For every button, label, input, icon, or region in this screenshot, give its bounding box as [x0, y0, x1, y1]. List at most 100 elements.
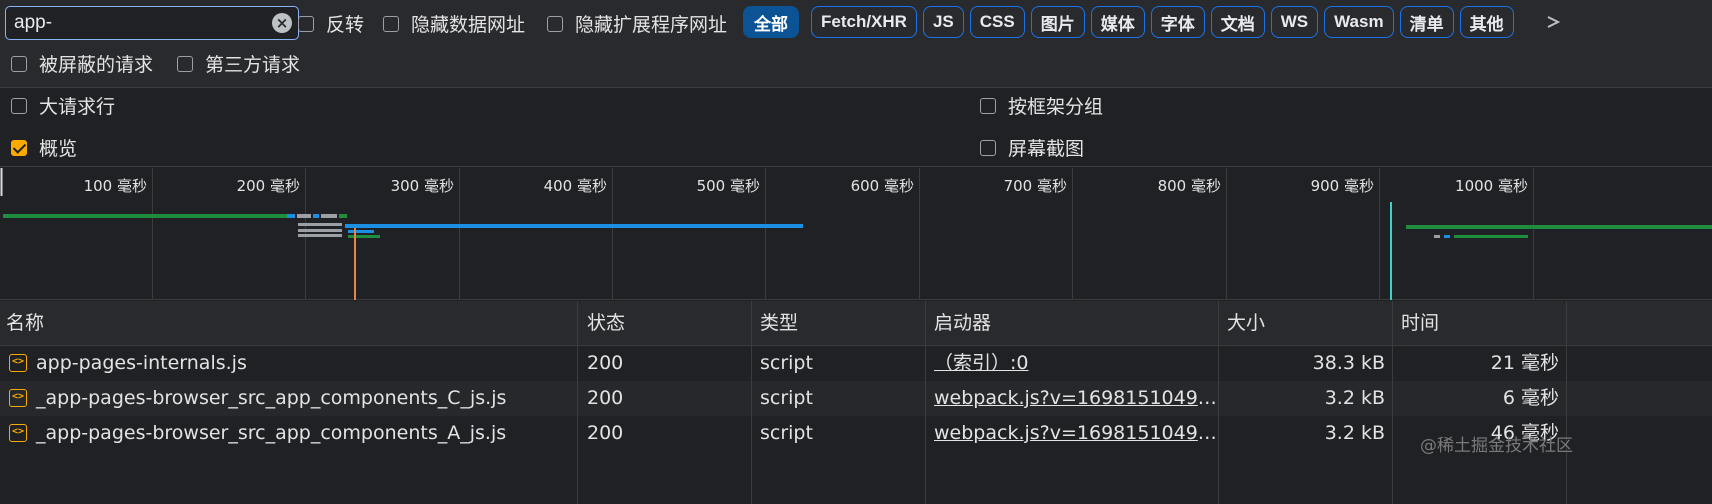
filter-ws-button[interactable]: WS — [1270, 6, 1319, 38]
big-request-rows-label: 大请求行 — [39, 96, 116, 118]
table-row[interactable]: <> app-pages-internals.js 200 script （索引… — [0, 346, 1712, 381]
column-header-status[interactable]: 状态 — [578, 301, 752, 346]
invert-checkbox[interactable]: 反转 — [298, 10, 364, 37]
request-initiator-link[interactable]: webpack.js?v=16981510492… — [926, 381, 1219, 416]
overview-bar — [297, 214, 311, 218]
filter-img-button[interactable]: 图片 — [1030, 6, 1085, 38]
checkbox-box[interactable] — [547, 15, 563, 32]
empty-cell — [926, 451, 1219, 504]
request-status: 200 — [578, 416, 752, 451]
filter-other-button[interactable]: 其他 — [1459, 6, 1514, 38]
hide-data-urls-label: 隐藏数据网址 — [411, 14, 526, 36]
blocked-requests-label: 被屏蔽的请求 — [39, 54, 154, 76]
group-by-frame-checkbox[interactable]: 按框架分组 — [980, 92, 1103, 119]
hide-extension-urls-checkbox[interactable]: 隐藏扩展程序网址 — [547, 10, 727, 37]
checkbox-box[interactable] — [11, 97, 27, 114]
table-empty-area — [0, 451, 1712, 504]
column-header-type[interactable]: 类型 — [752, 301, 926, 346]
empty-cell — [1219, 451, 1393, 504]
request-name[interactable]: app-pages-internals.js — [0, 346, 578, 381]
screenshots-checkbox[interactable]: 屏幕截图 — [980, 134, 1084, 161]
more-filters-chevron-icon[interactable] — [1546, 14, 1560, 30]
screenshots-label: 屏幕截图 — [1008, 138, 1085, 160]
request-type: script — [752, 346, 926, 381]
request-initiator-link[interactable]: webpack.js?v=16981510492… — [926, 416, 1219, 451]
big-request-rows-checkbox[interactable]: 大请求行 — [11, 92, 115, 119]
overview-bar — [1454, 235, 1528, 238]
filter-input[interactable]: app- × — [5, 6, 299, 40]
request-time: 21 毫秒 — [1393, 346, 1567, 381]
checkbox-box[interactable] — [11, 55, 27, 72]
overview-bar — [339, 214, 347, 218]
column-header-time[interactable]: 时间 — [1393, 301, 1567, 346]
empty-cell — [578, 451, 752, 504]
overview-bar — [298, 234, 342, 237]
filter-doc-button[interactable]: 文档 — [1210, 6, 1265, 38]
column-header-size[interactable]: 大小 — [1219, 301, 1393, 346]
filter-manifest-button[interactable]: 清单 — [1399, 6, 1454, 38]
tick-label: 200 毫秒 — [237, 177, 300, 195]
filter-js-button[interactable]: JS — [922, 6, 964, 38]
tick-label: 300 毫秒 — [391, 177, 454, 195]
checkbox-box[interactable] — [298, 15, 314, 32]
filter-css-button[interactable]: CSS — [969, 6, 1025, 38]
tick-label: 600 毫秒 — [851, 177, 914, 195]
overview-checkbox[interactable]: 概览 — [11, 134, 77, 161]
checkbox-box[interactable] — [177, 55, 193, 72]
clear-icon[interactable]: × — [272, 13, 292, 33]
blocked-requests-checkbox[interactable]: 被屏蔽的请求 — [11, 50, 153, 77]
request-initiator-link[interactable]: （索引）:0 — [926, 346, 1219, 381]
request-status: 200 — [578, 346, 752, 381]
request-type: script — [752, 416, 926, 451]
tick-label: 700 毫秒 — [1004, 177, 1067, 195]
checkbox-box[interactable] — [980, 97, 996, 114]
filter-input-value[interactable]: app- — [6, 12, 272, 34]
checkbox-checked-box[interactable] — [11, 139, 27, 156]
third-party-label: 第三方请求 — [205, 54, 301, 76]
tick-label: 900 毫秒 — [1311, 177, 1374, 195]
network-settings: 大请求行 按框架分组 概览 屏幕截图 — [0, 89, 1712, 167]
request-size: 3.2 kB — [1219, 381, 1393, 416]
overview-bar — [298, 223, 342, 226]
request-name[interactable]: _app-pages-browser_src_app_components_A_… — [0, 416, 578, 451]
table-header: 名称 状态 类型 启动器 大小 时间 — [0, 301, 1712, 346]
watermark: @稀土掘金技术社区 — [1420, 436, 1573, 456]
overview-bar — [1434, 235, 1440, 238]
filter-bar: app- × 反转 隐藏数据网址 隐藏扩展程序网址 全部 Fetch/XHR J… — [0, 0, 1712, 88]
group-by-frame-label: 按框架分组 — [1008, 96, 1104, 118]
tick-label: 1000 毫秒 — [1455, 177, 1528, 195]
column-header-initiator[interactable]: 启动器 — [926, 301, 1219, 346]
column-header-name[interactable]: 名称 — [0, 301, 578, 346]
hide-extension-urls-label: 隐藏扩展程序网址 — [575, 14, 728, 36]
resource-type-filters: Fetch/XHR JS CSS 图片 媒体 字体 文档 WS Wasm 清单 … — [811, 6, 1514, 38]
request-time: 6 毫秒 — [1393, 381, 1567, 416]
request-status: 200 — [578, 381, 752, 416]
overview-bar — [287, 214, 295, 218]
tick-label: 500 毫秒 — [697, 177, 760, 195]
overview-bar — [1406, 225, 1712, 229]
overview-label: 概览 — [39, 138, 78, 160]
filter-wasm-button[interactable]: Wasm — [1324, 6, 1394, 38]
table-row[interactable]: <> _app-pages-browser_src_app_components… — [0, 381, 1712, 416]
empty-cell — [1393, 451, 1567, 504]
empty-cell — [752, 451, 926, 504]
overview-bar-document — [3, 214, 287, 218]
checkbox-box[interactable] — [980, 139, 996, 156]
hide-data-urls-checkbox[interactable]: 隐藏数据网址 — [383, 10, 525, 37]
request-size: 3.2 kB — [1219, 416, 1393, 451]
overview-bar — [298, 229, 342, 232]
overview-bar — [321, 214, 337, 218]
empty-cell — [0, 451, 578, 504]
overview-timeline[interactable]: 100 毫秒 200 毫秒 300 毫秒 400 毫秒 500 毫秒 600 毫… — [0, 168, 1712, 300]
checkbox-box[interactable] — [383, 15, 399, 32]
third-party-checkbox[interactable]: 第三方请求 — [177, 50, 300, 77]
filter-media-button[interactable]: 媒体 — [1090, 6, 1145, 38]
overview-bar — [1444, 235, 1450, 238]
filter-all-button[interactable]: 全部 — [743, 6, 799, 38]
tick-label: 400 毫秒 — [544, 177, 607, 195]
request-name[interactable]: _app-pages-browser_src_app_components_C_… — [0, 381, 578, 416]
filter-fetch-xhr-button[interactable]: Fetch/XHR — [811, 6, 917, 38]
filter-font-button[interactable]: 字体 — [1150, 6, 1205, 38]
overview-bar-script — [345, 224, 803, 228]
network-overview[interactable]: 100 毫秒 200 毫秒 300 毫秒 400 毫秒 500 毫秒 600 毫… — [0, 168, 1712, 300]
